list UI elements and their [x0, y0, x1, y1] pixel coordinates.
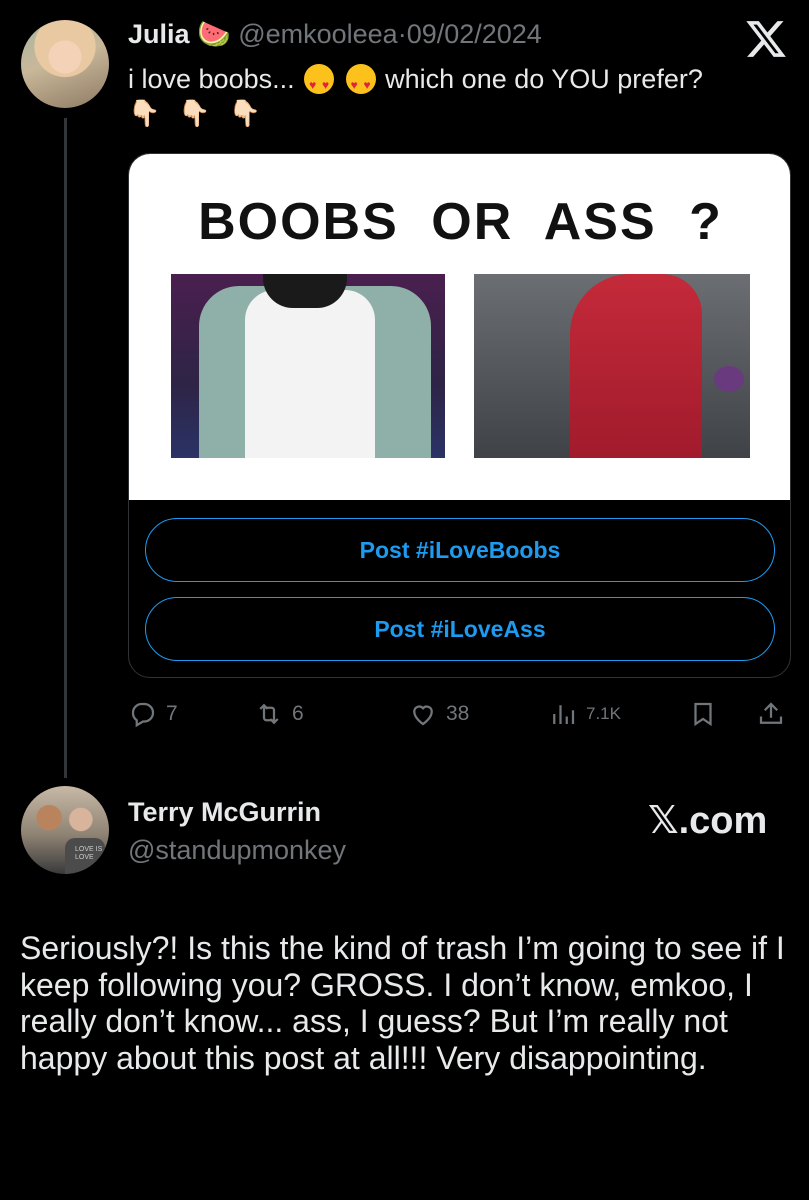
- reply-count: 7: [166, 702, 178, 725]
- post-iloveboobs-button[interactable]: Post #iLoveBoobs: [145, 518, 775, 582]
- avatar-shirt-text: LOVE IS LOVE: [75, 846, 103, 861]
- x-logo-icon[interactable]: [744, 17, 788, 61]
- tweet-text-start: i love boobs...: [128, 64, 295, 94]
- post-iloveass-button[interactable]: Post #iLoveAss: [145, 597, 775, 661]
- tweet-text-end: which one do YOU prefer?: [385, 64, 703, 94]
- bookmark-icon: [694, 702, 712, 727]
- poll-card: BOOBS OR ASS ? Post #iLoveBoobs Post #iL…: [128, 153, 791, 678]
- like-icon: [413, 705, 433, 726]
- reply-author-handle[interactable]: @standupmonkey: [128, 835, 346, 866]
- reply-button[interactable]: 7: [128, 696, 178, 732]
- bookmark-button[interactable]: [688, 696, 726, 732]
- post-date[interactable]: 09/02/2024: [407, 19, 542, 49]
- repost-icon: [259, 703, 279, 725]
- card-photo-left: [171, 274, 445, 458]
- view-count: 7.1K: [586, 704, 621, 723]
- reply-author-name[interactable]: Terry McGurrin: [128, 797, 321, 828]
- share-icon: [759, 702, 783, 724]
- card-headline: BOOBS OR ASS ?: [198, 193, 723, 251]
- views-button[interactable]: 7.1K: [548, 696, 621, 732]
- heart-eyes-emoji-icon: [345, 64, 376, 102]
- card-image[interactable]: BOOBS OR ASS ?: [129, 154, 790, 500]
- views-icon: [553, 705, 575, 724]
- tweet-text: i love boobs... which one do YOU prefer?…: [128, 62, 703, 130]
- avatar-terry[interactable]: LOVE IS LOVE: [21, 786, 109, 874]
- pointing-down-emoji: 👇🏻: [128, 98, 161, 128]
- tweet-actions-bar: 7 6 38 7.1K: [128, 696, 791, 732]
- reply-icon: [131, 702, 155, 728]
- x-com-brand: 𝕏.com: [648, 800, 768, 842]
- heart-eyes-emoji-icon: [304, 64, 335, 102]
- pointing-down-emoji: 👇🏻: [228, 98, 262, 128]
- reply-text: Seriously?! Is this the kind of trash I’…: [20, 930, 785, 1076]
- avatar-julia[interactable]: [21, 20, 109, 108]
- share-button[interactable]: [756, 696, 794, 732]
- pointing-down-emoji: 👇🏻: [178, 98, 211, 128]
- like-count: 38: [446, 702, 470, 725]
- tweet-header: Julia 🍉 @emkooleea·09/02/2024: [128, 18, 542, 50]
- thread-connector-line: [64, 118, 67, 778]
- watermelon-emoji: 🍉: [197, 19, 231, 49]
- repost-button[interactable]: 6: [254, 696, 304, 732]
- separator-dot: ·: [397, 19, 407, 49]
- author-handle[interactable]: @emkooleea: [238, 19, 398, 49]
- author-name[interactable]: Julia: [128, 19, 190, 49]
- card-photo-right: [474, 274, 750, 458]
- like-button[interactable]: 38: [408, 696, 469, 732]
- repost-count: 6: [292, 702, 304, 725]
